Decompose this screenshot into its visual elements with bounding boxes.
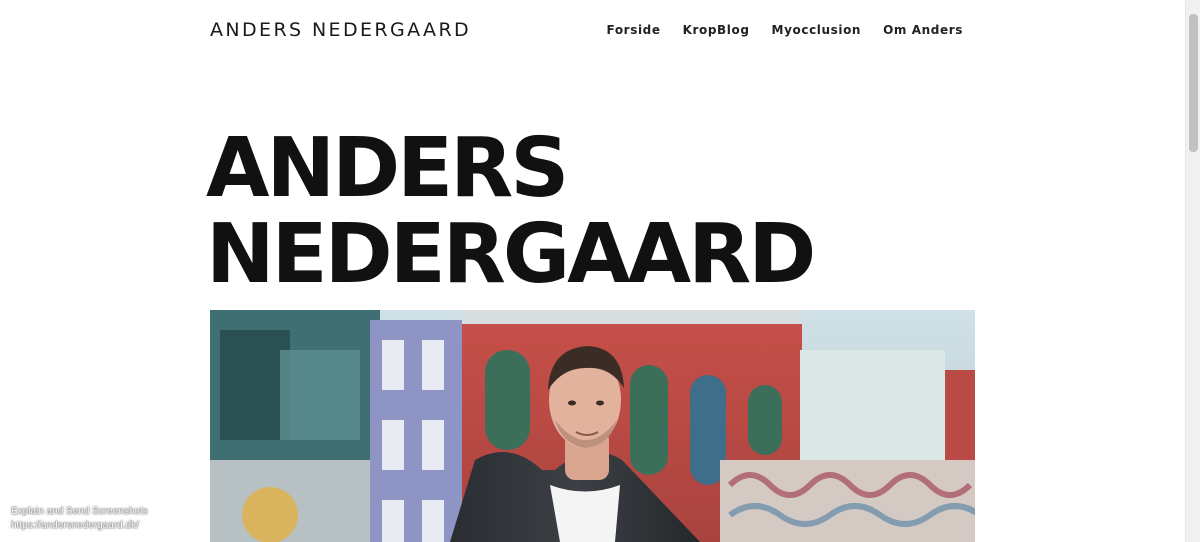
hero-photo [210,310,975,542]
overlay-line-2: https://andersnedergaard.dk/ [11,520,139,531]
nav-item-myocclusion[interactable]: Myocclusion [772,23,862,37]
hero-photo-illustration [210,310,975,542]
hero-title-line2: NEDERGAARD [206,207,816,302]
site-title-link[interactable]: ANDERS NEDERGAARD [210,19,471,41]
screenshot-extension-overlay: Explain and Send Screenshots https://and… [11,505,148,533]
site-header: ANDERS NEDERGAARD Forside KropBlog Myocc… [0,0,1185,62]
nav-item-forside[interactable]: Forside [607,23,661,37]
overlay-line-1: Explain and Send Screenshots [11,506,148,517]
main-nav: Forside KropBlog Myocclusion Om Anders [607,23,963,37]
nav-item-kropblog[interactable]: KropBlog [683,23,750,37]
vertical-scrollbar[interactable] [1185,0,1200,542]
hero-title: ANDERS NEDERGAARD [206,121,816,302]
hero-title-line1: ANDERS [206,121,569,216]
scrollbar-thumb[interactable] [1189,14,1198,152]
nav-item-om-anders[interactable]: Om Anders [883,23,963,37]
